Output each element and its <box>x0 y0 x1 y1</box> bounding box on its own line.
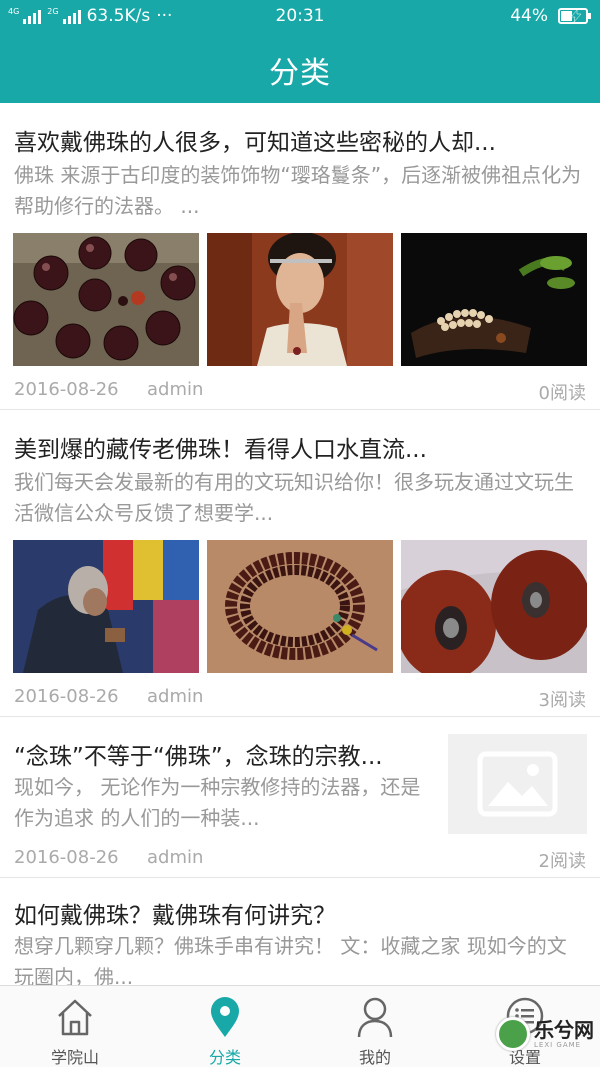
article-card[interactable]: 喜欢戴佛珠的人很多，可知道这些密秘的人却... 佛珠 来源于古印度的装饰饰物“璎… <box>0 103 600 410</box>
article-author: admin <box>147 686 204 707</box>
article-summary: 我们每天会发最新的有用的文玩知识给你！很多玩友通过文玩生活微信公众号反馈了想要学… <box>14 470 574 525</box>
article-date: 2016-08-26 <box>14 379 119 400</box>
article-date: 2016-08-26 <box>14 847 119 868</box>
tab-category[interactable]: 分类 <box>150 986 300 1067</box>
watermark-subtext: LEXI GAME <box>534 1040 582 1049</box>
article-summary: 想穿几颗穿几颗？佛珠手串有讲究！ 文：收藏之家 现如今的文玩圈内，佛... <box>14 934 567 985</box>
article-thumbnails <box>13 233 587 366</box>
article-summary: 现如今， 无论作为一种宗教修持的法器，还是作为追求 的人们的一种装... <box>14 775 421 830</box>
watermark-text: 乐兮网 <box>534 1017 594 1042</box>
prayer-beads-image[interactable] <box>13 233 199 366</box>
watermark-logo-icon <box>496 1017 530 1051</box>
bracelet-on-wood-image[interactable] <box>401 233 587 366</box>
page-title: 分类 <box>269 56 331 91</box>
battery-charging-icon <box>558 8 591 24</box>
article-title[interactable]: 如何戴佛珠？戴佛珠有何讲究？ <box>14 896 586 930</box>
article-author: admin <box>147 379 204 400</box>
article-read-count: 0阅读 <box>538 383 586 404</box>
praying-woman-image[interactable] <box>207 233 393 366</box>
status-bar: 4G 2G 63.5K/s ··· 20:31 44% <box>0 0 600 34</box>
image-placeholder-icon <box>477 751 558 817</box>
article-summary: 佛珠 来源于古印度的装饰饰物“璎珞鬘条”，后逐渐被佛祖点化为帮助修行的法器。 .… <box>14 163 582 218</box>
tab-mine[interactable]: 我的 <box>300 986 450 1067</box>
article-read-count: 3阅读 <box>538 690 586 711</box>
tab-label: 分类 <box>208 1048 241 1067</box>
home-icon <box>58 999 92 1036</box>
article-card[interactable]: “念珠”不等于“佛珠”，念珠的宗教... 现如今， 无论作为一种宗教修持的法器，… <box>0 717 600 878</box>
article-thumbnails <box>13 540 587 673</box>
article-card[interactable]: 如何戴佛珠？戴佛珠有何讲究？ 想穿几颗穿几颗？佛珠手串有讲究！ 文：收藏之家 现… <box>0 878 600 985</box>
old-monk-image[interactable] <box>13 540 199 673</box>
battery-level: 44% <box>510 6 548 26</box>
article-date: 2016-08-26 <box>14 686 119 707</box>
tab-label: 我的 <box>358 1048 391 1067</box>
location-pin-icon <box>211 997 239 1037</box>
bead-closeup-image[interactable] <box>401 540 587 673</box>
app-header: 4G 2G 63.5K/s ··· 20:31 44% 分类 <box>0 0 600 103</box>
article-feed[interactable]: 喜欢戴佛珠的人很多，可知道这些密秘的人却... 佛珠 来源于古印度的装饰饰物“璎… <box>0 103 600 985</box>
article-title[interactable]: 美到爆的藏传老佛珠！看得人口水直流... <box>14 430 586 464</box>
person-icon <box>357 997 393 1038</box>
site-watermark: 乐兮网 LEXI GAME <box>496 1017 594 1051</box>
article-read-count: 2阅读 <box>538 851 586 872</box>
wooden-mala-image[interactable] <box>207 540 393 673</box>
article-card[interactable]: 美到爆的藏传老佛珠！看得人口水直流... 我们每天会发最新的有用的文玩知识给你！… <box>0 410 600 717</box>
tab-label: 学院山 <box>50 1048 99 1067</box>
article-title[interactable]: “念珠”不等于“佛珠”，念珠的宗教... <box>14 737 424 771</box>
tab-home[interactable]: 学院山 <box>0 986 150 1067</box>
image-placeholder[interactable] <box>448 734 587 834</box>
article-title[interactable]: 喜欢戴佛珠的人很多，可知道这些密秘的人却... <box>14 123 586 157</box>
article-author: admin <box>147 847 204 868</box>
